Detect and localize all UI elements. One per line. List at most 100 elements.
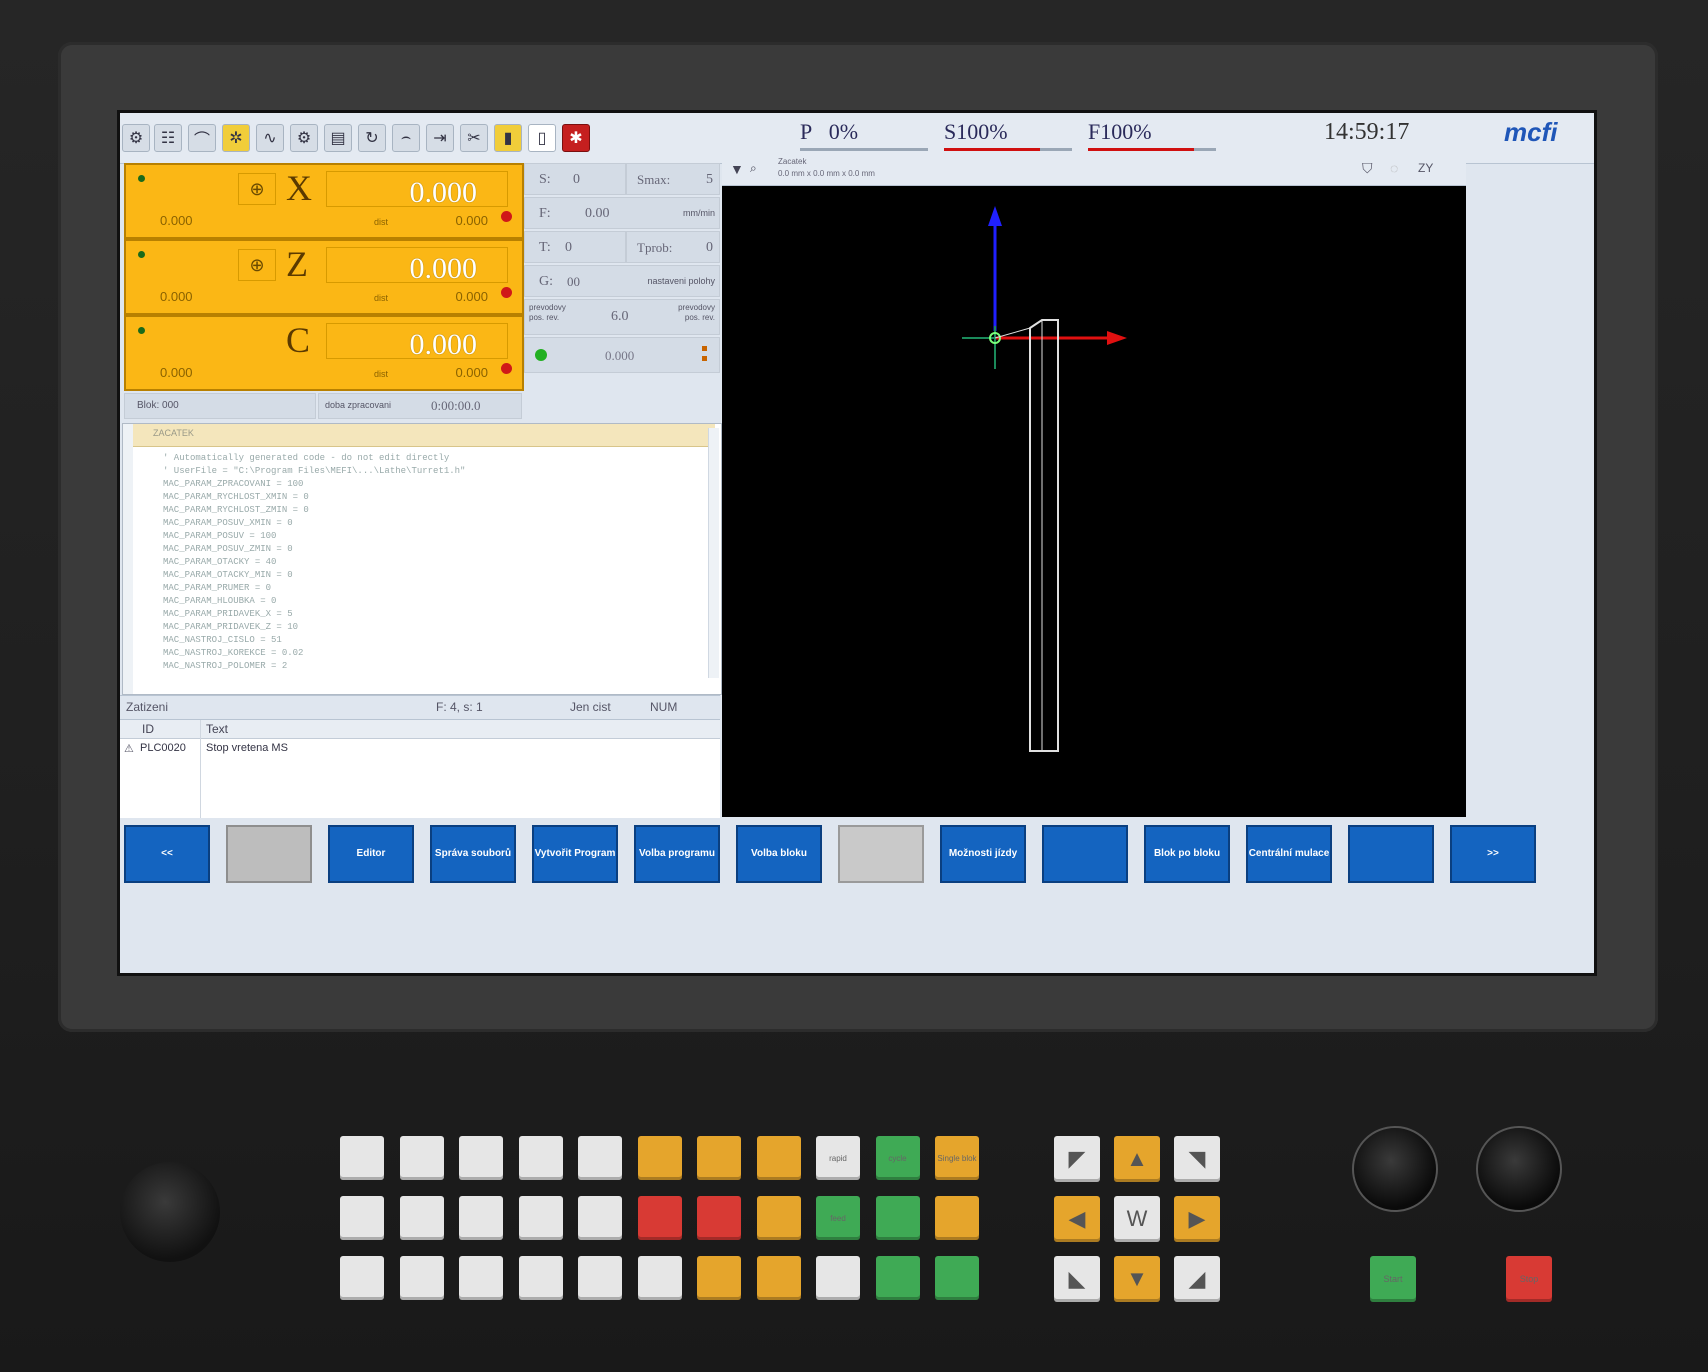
arrow-right-icon[interactable]: ▶ — [1174, 1196, 1220, 1242]
keypad-key[interactable] — [875, 1256, 920, 1300]
softkey-5[interactable]: Volba programu — [634, 825, 720, 883]
code-line[interactable]: MAC_NASTROJ_CISLO = 51 — [163, 634, 465, 647]
softkey-2[interactable]: Editor — [328, 825, 414, 883]
code-line[interactable]: MAC_PARAM_OTACKY = 40 — [163, 556, 465, 569]
keypad-key[interactable] — [578, 1256, 622, 1300]
code-line[interactable]: MAC_NASTROJ_KOREKCE = 0.02 — [163, 647, 465, 660]
keypad-key[interactable] — [340, 1196, 384, 1240]
softkey-0[interactable]: << — [124, 825, 210, 883]
file-icon[interactable]: ▮ — [494, 124, 522, 152]
keypad-key[interactable] — [756, 1196, 801, 1240]
softkey-1[interactable] — [226, 825, 312, 883]
feed-override-knob[interactable] — [1476, 1126, 1562, 1212]
softkey-7[interactable] — [838, 825, 924, 883]
softkey-12[interactable] — [1348, 825, 1434, 883]
emergency-stop-knob[interactable] — [120, 1162, 220, 1262]
zoom-tool-icon[interactable]: ⌕ — [750, 161, 757, 176]
softkey-6[interactable]: Volba bloku — [736, 825, 822, 883]
keypad-key[interactable] — [578, 1196, 622, 1240]
keypad-key[interactable] — [756, 1256, 801, 1300]
axis-z-panel[interactable]: ⊕ Z 0.000 0.000 dist 0.000 — [124, 239, 524, 315]
program-editor[interactable]: ZACATEK ' Automatically generated code -… — [122, 423, 722, 695]
axis-x-panel[interactable]: ⊕ X 0.000 0.000 dist 0.000 — [124, 163, 524, 239]
code-line[interactable]: ' Automatically generated code - do not … — [163, 452, 465, 465]
wave-icon[interactable]: ∿ — [256, 124, 284, 152]
code-line[interactable]: MAC_PARAM_HLOUBKA = 0 — [163, 595, 465, 608]
editor-scrollbar[interactable] — [708, 428, 719, 678]
code-line[interactable]: MAC_NASTROJ_POLOMER = 2 — [163, 660, 465, 673]
keypad-key[interactable] — [816, 1256, 860, 1300]
keypad-key[interactable] — [697, 1196, 741, 1240]
softkey-11[interactable]: Centrální mulace — [1246, 825, 1332, 883]
emergency-icon[interactable]: ✱ — [562, 124, 590, 152]
keypad-key[interactable] — [459, 1136, 503, 1180]
keypad-key[interactable]: rapid — [816, 1136, 860, 1180]
view-icon[interactable]: ⛉ — [1362, 160, 1373, 177]
softkey-3[interactable]: Správa souborů — [430, 825, 516, 883]
refresh-icon[interactable]: ↻ — [358, 124, 386, 152]
tool-icon[interactable]: ✲ — [222, 124, 250, 152]
keypad-key[interactable] — [459, 1196, 503, 1240]
keypad-key[interactable] — [637, 1256, 682, 1300]
keypad-key[interactable] — [756, 1136, 801, 1180]
rapid-w-icon[interactable]: W — [1114, 1196, 1160, 1242]
keypad-key[interactable]: cycle — [875, 1136, 920, 1180]
code-line[interactable]: MAC_PARAM_PRIDAVEK_Z = 10 — [163, 621, 465, 634]
settings-icon[interactable]: ⚙ — [122, 124, 150, 152]
light-icon[interactable]: ◌ — [1390, 160, 1398, 176]
arrow-up-right-icon[interactable]: ◥ — [1174, 1136, 1220, 1182]
override-p-bar[interactable] — [800, 148, 928, 151]
softkey-8[interactable]: Možnosti jízdy — [940, 825, 1026, 883]
code-line[interactable]: MAC_PARAM_OTACKY_MIN = 0 — [163, 569, 465, 582]
keypad-key[interactable] — [518, 1256, 563, 1300]
axis-icon[interactable]: ⇥ — [426, 124, 454, 152]
arrow-down-icon[interactable]: ▼ — [1114, 1256, 1160, 1302]
keypad-key[interactable] — [518, 1196, 563, 1240]
code-line[interactable]: ' UserFile = "C:\Program Files\MEFI\...\… — [163, 465, 465, 478]
code-line[interactable]: MAC_PARAM_PRIDAVEK_X = 5 — [163, 608, 465, 621]
keypad-key[interactable] — [518, 1136, 563, 1180]
softkey-9[interactable] — [1042, 825, 1128, 883]
arrow-up-icon[interactable]: ▲ — [1114, 1136, 1160, 1182]
arrow-up-left-icon[interactable]: ◤ — [1054, 1136, 1100, 1182]
document-icon[interactable]: ▯ — [528, 124, 556, 152]
keypad-key[interactable] — [340, 1256, 384, 1300]
keypad-key[interactable] — [637, 1196, 682, 1240]
settings2-icon[interactable]: ☷ — [154, 124, 182, 152]
keypad-key[interactable]: Single blok — [935, 1136, 979, 1180]
softkey-13[interactable]: >> — [1450, 825, 1536, 883]
arrow-down-right-icon[interactable]: ◢ — [1174, 1256, 1220, 1302]
code-line[interactable]: MAC_PARAM_ZPRACOVANI = 100 — [163, 478, 465, 491]
keypad-key[interactable] — [697, 1136, 741, 1180]
zoom-plane-button[interactable]: ZY — [1418, 161, 1433, 175]
gear-icon[interactable]: ⚙ — [290, 124, 318, 152]
start-button[interactable]: Start — [1370, 1256, 1416, 1302]
code-line[interactable]: MAC_PARAM_POSUV_XMIN = 0 — [163, 517, 465, 530]
code-line[interactable]: MAC_PARAM_RYCHLOST_XMIN = 0 — [163, 491, 465, 504]
code-line[interactable]: MAC_PARAM_RYCHLOST_ZMIN = 0 — [163, 504, 465, 517]
keypad-key[interactable] — [935, 1196, 979, 1240]
arrow-down-left-icon[interactable]: ◣ — [1054, 1256, 1100, 1302]
stop-button[interactable]: Stop — [1506, 1256, 1552, 1302]
softkey-10[interactable]: Blok po bloku — [1144, 825, 1230, 883]
keypad-key[interactable] — [637, 1136, 682, 1180]
arrow-left-icon[interactable]: ◀ — [1054, 1196, 1100, 1242]
keypad-key[interactable] — [399, 1196, 444, 1240]
keypad-key[interactable] — [399, 1136, 444, 1180]
keypad-key[interactable] — [875, 1196, 920, 1240]
keypad-key[interactable]: feed — [816, 1196, 860, 1240]
keypad-key[interactable] — [578, 1136, 622, 1180]
filter-icon[interactable]: ▼ — [730, 161, 744, 177]
keypad-key[interactable] — [459, 1256, 503, 1300]
message-row[interactable]: ⚠ PLC0020 Stop vretena MS — [120, 740, 720, 758]
code-line[interactable]: MAC_PARAM_POSUV = 100 — [163, 530, 465, 543]
panel-icon[interactable]: ▤ — [324, 124, 352, 152]
cut-icon[interactable]: ✂ — [460, 124, 488, 152]
code-line[interactable]: MAC_PARAM_PRUMER = 0 — [163, 582, 465, 595]
axis-c-panel[interactable]: C 0.000 0.000 dist 0.000 — [124, 315, 524, 391]
keypad-key[interactable] — [399, 1256, 444, 1300]
keypad-key[interactable] — [935, 1256, 979, 1300]
keypad-key[interactable] — [697, 1256, 741, 1300]
softkey-4[interactable]: Vytvořit Program — [532, 825, 618, 883]
code-line[interactable]: MAC_PARAM_POSUV_ZMIN = 0 — [163, 543, 465, 556]
